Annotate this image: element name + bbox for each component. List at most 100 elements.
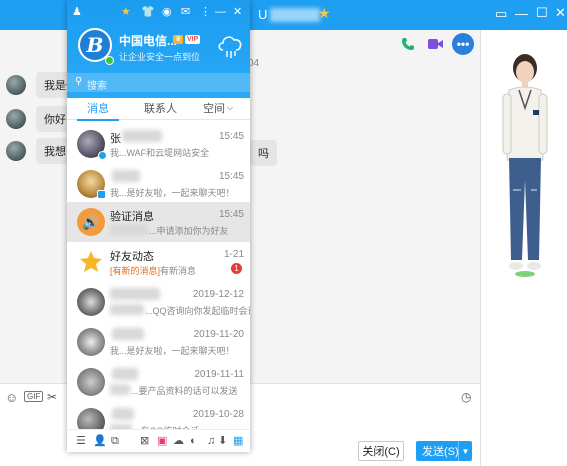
music-icon[interactable]: ♫	[207, 434, 215, 448]
name-redaction	[122, 130, 162, 142]
conversation-name: 验证消息	[110, 211, 154, 223]
avatar	[6, 109, 26, 129]
conversation-time: 15:45	[218, 131, 244, 142]
conversation-preview: [有新的消息]有新消息	[110, 264, 196, 277]
preview-redaction	[110, 384, 130, 395]
mail-icon[interactable]: ✉	[181, 5, 190, 19]
chevron-down-icon[interactable]: ⌵	[227, 103, 233, 113]
file-icon[interactable]: ⧉	[111, 434, 119, 448]
more-menu-icon[interactable]: ⋮	[200, 5, 211, 19]
list-item[interactable]: 张 15:45 我...WAF和云堤网站安全	[67, 124, 250, 164]
list-item[interactable]: 🔊 验证消息 15:45 ...申请添加你为好友	[67, 202, 250, 242]
close-chat-button[interactable]: 关闭(C)	[358, 441, 404, 461]
phone-icon	[402, 38, 414, 50]
download-icon[interactable]: ⬇	[218, 434, 227, 448]
conversation-preview: ...要产品资料的话可以发送	[131, 386, 238, 396]
tab-qzone[interactable]: 空间	[203, 100, 225, 116]
more-options-button[interactable]: •••	[452, 33, 474, 55]
shield-icon	[98, 151, 107, 160]
name-redaction	[112, 368, 138, 380]
restore-down-icon[interactable]: ▭	[495, 6, 507, 22]
more-icon: •••	[456, 37, 470, 51]
avatar-figure-image	[502, 54, 548, 277]
emoji-icon[interactable]: ☺	[5, 390, 18, 405]
message: 你好	[6, 106, 74, 132]
scissors-icon[interactable]: ✂	[47, 390, 57, 404]
conversation-time: 15:45	[218, 209, 244, 220]
conversation-time: 2019-12-12	[192, 289, 244, 300]
conversation-time: 15:45	[218, 171, 244, 182]
cloud-icon[interactable]: ☁	[173, 434, 184, 448]
cloud-rain-icon[interactable]	[215, 30, 245, 60]
conversation-name: 张	[110, 133, 121, 145]
list-item[interactable]: 好友动态 1-21 [有新的消息]有新消息 1	[67, 242, 250, 282]
name-redaction	[112, 328, 144, 340]
profile-name[interactable]: 中国电信...	[119, 32, 177, 49]
qq-main-panel: ♟ ★ 👕 ◉ ✉ ⋮ — ✕ B 中国电信... ♛ VIP 让企业安全一点到…	[67, 0, 250, 452]
preview-text: 有新消息	[160, 266, 197, 276]
conversation-time: 2019-11-20	[193, 329, 244, 340]
send-label: 发送(S)	[422, 446, 459, 458]
avatar	[77, 288, 105, 316]
new-message-tag: [有新的消息]	[110, 266, 161, 276]
search-input[interactable]: 搜索	[87, 77, 107, 92]
main-tabs: 消息 联系人 空间 ⌵	[67, 98, 250, 121]
name-redaction	[110, 288, 160, 300]
minimize-icon[interactable]: —	[515, 6, 528, 22]
app-grid-icon[interactable]: ▦	[233, 434, 243, 448]
mail-box-icon[interactable]: ⊠	[140, 434, 149, 448]
star-icon[interactable]: ★	[121, 5, 131, 19]
live-icon[interactable]: ▣	[157, 434, 167, 448]
avatar	[6, 141, 26, 161]
add-friend-icon[interactable]: 👤	[93, 434, 107, 448]
conversation-preview: ...QQ咨询向你发起临时会话	[145, 306, 250, 316]
name-redaction	[112, 170, 140, 182]
main-menu-icon[interactable]: ☰	[76, 434, 86, 448]
unread-badge: 1	[231, 263, 242, 274]
tab-messages[interactable]: 消息	[87, 100, 109, 116]
conversation-preview: 我...是好友啦，一起来聊天吧！	[110, 188, 235, 198]
conversation-name: 好友动态	[110, 251, 154, 263]
speaker-icon: 🔊	[77, 208, 105, 236]
profile-signature[interactable]: 让企业安全一点到位	[119, 50, 200, 63]
minimize-icon[interactable]: —	[215, 5, 226, 19]
conversation-preview: ...申请添加你为好友	[149, 226, 229, 236]
vip-badge[interactable]: VIP	[185, 35, 201, 44]
list-item[interactable]: 15:45 我...是好友啦，一起来聊天吧！	[67, 164, 250, 204]
avatar	[77, 328, 105, 356]
list-item[interactable]: 2019-11-11 ...要产品资料的话可以发送	[67, 362, 250, 402]
maximize-icon[interactable]: ☐	[536, 5, 548, 21]
list-item[interactable]: 2019-12-12 ...QQ咨询向你发起临时会话	[67, 282, 250, 322]
voice-call-button[interactable]	[397, 33, 419, 55]
history-clock-icon[interactable]: ◷	[461, 390, 471, 404]
message-bubble-tail: 吗	[250, 140, 277, 166]
search-bar[interactable]: ⚲ 搜索	[67, 73, 250, 92]
level-badge-icon[interactable]: ♛	[173, 35, 184, 44]
video-call-button[interactable]	[424, 33, 446, 55]
chevron-down-icon: ▼	[461, 446, 470, 456]
profile-logo: B	[80, 30, 110, 60]
shirt-icon[interactable]: 👕	[141, 5, 155, 19]
conversation-list: 张 15:45 我...WAF和云堤网站安全 15:45 我...是好友啦，一起…	[67, 120, 250, 436]
send-button[interactable]: 发送(S) ▼	[416, 441, 472, 461]
gif-button[interactable]: GIF	[24, 391, 44, 402]
show-panel	[480, 30, 567, 466]
conversation-time: 1-21	[223, 249, 244, 260]
list-item[interactable]: 2019-11-20 我...是好友啦，一起来聊天吧！	[67, 322, 250, 362]
preview-redaction	[110, 304, 144, 315]
close-icon[interactable]: ✕	[555, 5, 566, 21]
game-icon[interactable]: ◉	[162, 5, 172, 19]
tab-contacts[interactable]: 联系人	[144, 100, 177, 116]
name-redaction	[112, 408, 134, 420]
online-status-icon[interactable]	[105, 56, 114, 65]
close-icon[interactable]: ✕	[233, 5, 242, 19]
video-icon	[427, 39, 443, 49]
send-options-dropdown[interactable]: ▼	[458, 441, 472, 461]
video-icon[interactable]: ◐	[190, 434, 197, 448]
star-icon: ★	[318, 5, 331, 21]
conversation-preview: 我...是好友啦，一起来聊天吧！	[110, 346, 235, 356]
preview-redaction	[110, 224, 148, 235]
avatar	[6, 75, 26, 95]
search-icon: ⚲	[75, 76, 83, 87]
device-icon	[97, 190, 106, 199]
